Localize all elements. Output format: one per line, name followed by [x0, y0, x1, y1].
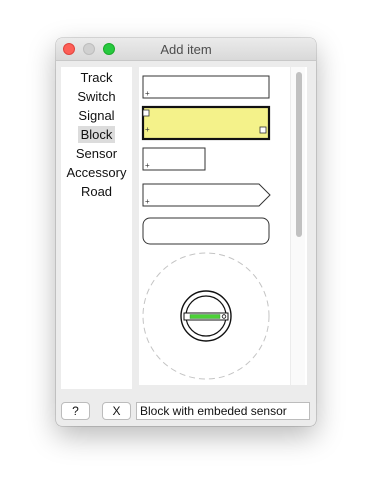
add-item-window: Add item Track Switch Signal Block Senso… — [56, 38, 316, 426]
block-short-preview[interactable]: + — [142, 147, 206, 171]
category-label: Accessory — [66, 165, 127, 180]
preview-scrollbar[interactable] — [290, 67, 305, 385]
category-switch[interactable]: Switch — [61, 87, 132, 106]
cancel-button[interactable]: X — [102, 402, 131, 420]
block-turntable-preview[interactable] — [142, 252, 270, 380]
category-signal[interactable]: Signal — [61, 106, 132, 125]
svg-text:+: + — [145, 125, 150, 134]
svg-text:+: + — [145, 89, 150, 98]
window-title: Add item — [160, 42, 212, 57]
scrollbar-thumb[interactable] — [296, 72, 302, 237]
item-preview-canvas: + + + + — [139, 67, 307, 385]
svg-text:+: + — [145, 161, 150, 170]
category-accessory[interactable]: Accessory — [61, 163, 132, 182]
category-list: Track Switch Signal Block Sensor Accesso… — [61, 67, 132, 389]
category-road[interactable]: Road — [61, 182, 132, 201]
category-label: Signal — [78, 108, 115, 123]
category-track[interactable]: Track — [61, 68, 132, 87]
block-with-embedded-sensor-preview[interactable]: + — [141, 105, 271, 141]
block-arrow-preview[interactable]: + — [142, 183, 271, 207]
title-bar: Add item — [56, 38, 316, 61]
help-button[interactable]: ? — [61, 402, 90, 420]
category-label: Road — [80, 184, 113, 199]
category-block[interactable]: Block — [61, 125, 132, 144]
category-label: Track — [80, 70, 113, 85]
svg-text:+: + — [145, 197, 150, 206]
block-rounded-preview[interactable] — [142, 217, 270, 245]
category-sensor[interactable]: Sensor — [61, 144, 132, 163]
block-plain-preview[interactable]: + — [142, 75, 270, 99]
category-label: Sensor — [75, 146, 118, 161]
preview-drawing: + + + + — [141, 75, 271, 380]
item-description-field[interactable]: Block with embeded sensor — [136, 402, 310, 420]
category-label: Block — [77, 126, 116, 143]
category-label: Switch — [77, 89, 116, 104]
